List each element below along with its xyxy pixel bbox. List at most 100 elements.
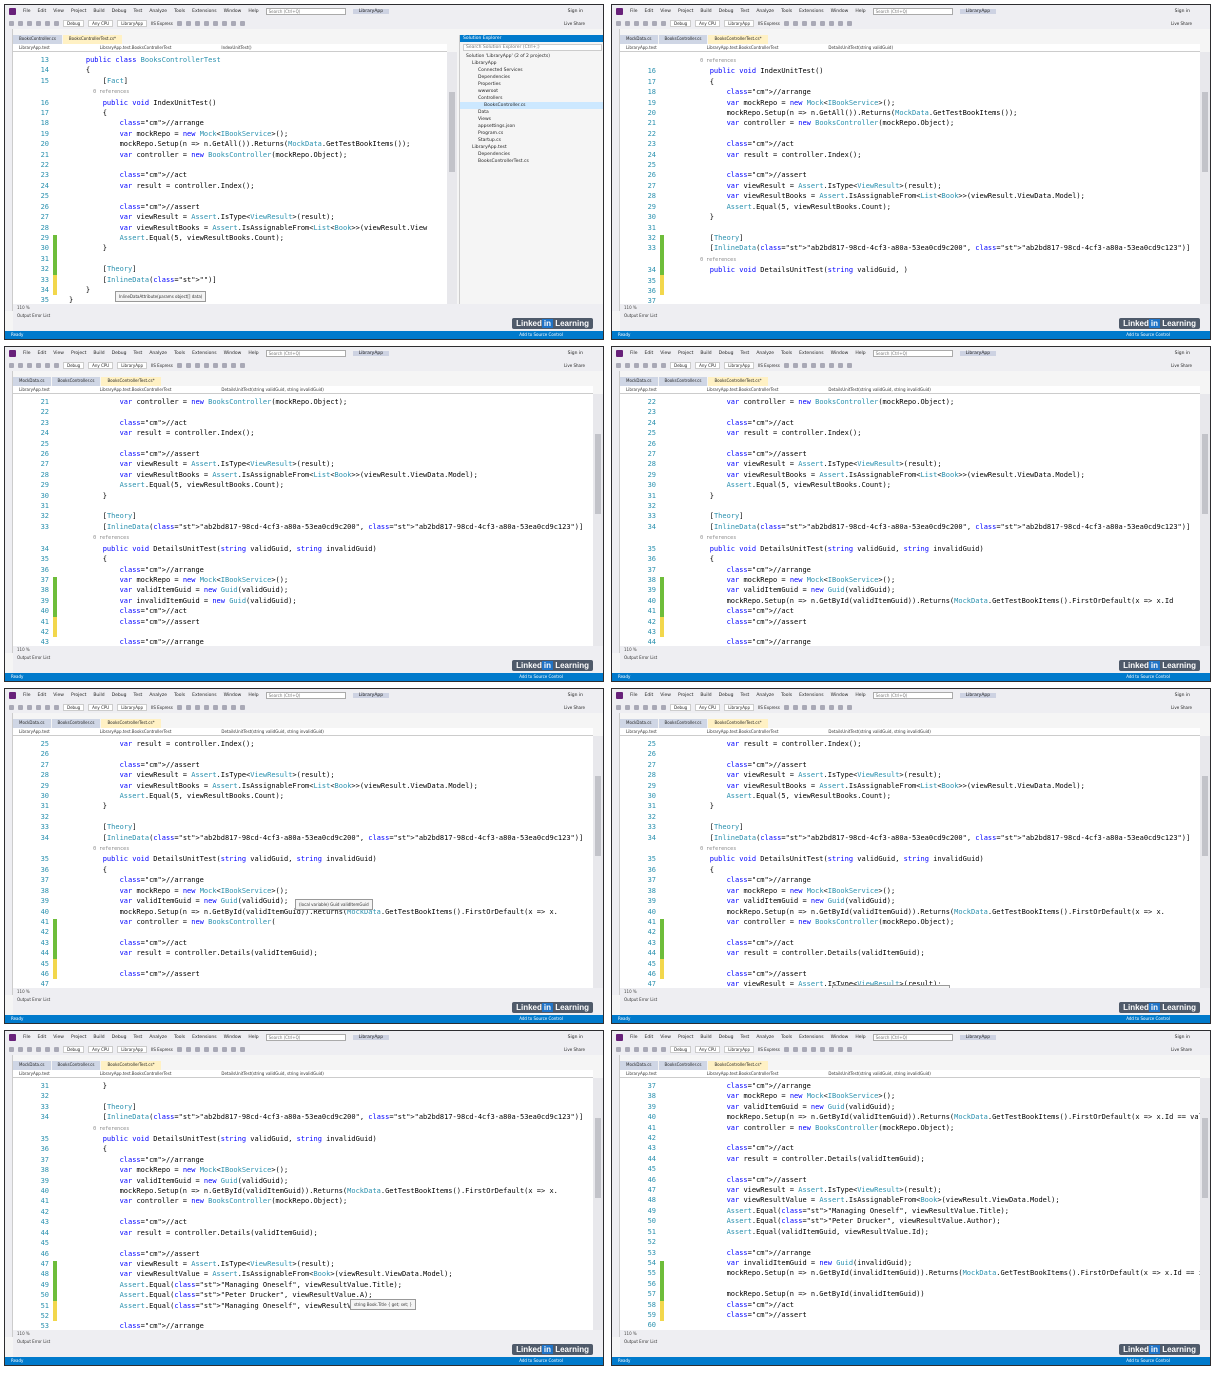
- sign-in-link[interactable]: Sign in: [1175, 351, 1190, 356]
- toolbar-config-dropdown[interactable]: Debug: [63, 20, 85, 27]
- live-share-button[interactable]: Live Share: [564, 363, 585, 368]
- toolbar-icon[interactable]: [819, 1047, 825, 1052]
- code-editor[interactable]: 37 class="cm">//arrange 38 var mockRepo =…: [620, 1078, 1200, 1330]
- toolbar-icon[interactable]: [792, 1047, 798, 1052]
- menu-item[interactable]: Help: [248, 351, 258, 356]
- toolbar-icon[interactable]: [783, 363, 789, 368]
- document-tab[interactable]: BooksControllerTest.cs*: [708, 719, 768, 728]
- document-tab[interactable]: BooksController.cs: [13, 35, 62, 44]
- menu-item[interactable]: Extensions: [192, 351, 216, 356]
- toolbar-config-dropdown[interactable]: Debug: [63, 362, 85, 369]
- menu-item[interactable]: Window: [831, 9, 849, 14]
- toolbar-project-dropdown[interactable]: LibraryApp: [724, 704, 755, 711]
- scrollbar-thumb[interactable]: [595, 1118, 601, 1198]
- toolbar-icon[interactable]: [616, 1047, 621, 1052]
- toolbar-config-dropdown[interactable]: Debug: [63, 704, 85, 711]
- menu-item[interactable]: Analyze: [756, 693, 774, 698]
- toolbar-icon[interactable]: [18, 1047, 23, 1052]
- menu-item[interactable]: Analyze: [756, 1035, 774, 1040]
- menu-item[interactable]: Tools: [781, 9, 792, 14]
- toolbar-icon[interactable]: [792, 705, 798, 710]
- live-share-button[interactable]: Live Share: [564, 21, 585, 26]
- document-tab[interactable]: BooksControllerTest.cs*: [708, 1061, 768, 1070]
- vertical-scrollbar[interactable]: [593, 1078, 603, 1330]
- solution-tree-item[interactable]: Dependencies: [460, 151, 603, 158]
- toolbar-icon[interactable]: [828, 1047, 834, 1052]
- menu-item[interactable]: Edit: [645, 9, 654, 14]
- vertical-scrollbar[interactable]: [1200, 52, 1210, 304]
- live-share-button[interactable]: Live Share: [1171, 705, 1192, 710]
- toolbar-icon[interactable]: [176, 705, 182, 710]
- source-control-button[interactable]: Add to Source Control: [1126, 673, 1170, 681]
- toolbar-platform-dropdown[interactable]: Any CPU: [88, 362, 114, 369]
- toolbar-icon[interactable]: [176, 21, 182, 26]
- toolbar-icon[interactable]: [221, 1047, 227, 1052]
- menu-item[interactable]: File: [630, 9, 638, 14]
- menu-item[interactable]: Project: [678, 1035, 693, 1040]
- toolbar-icon[interactable]: [652, 21, 657, 26]
- solution-tree-item[interactable]: Dependencies: [460, 74, 603, 81]
- code-editor[interactable]: 31 } 32 33 [Theory] 34 [InlineData(class="s…: [13, 1078, 593, 1330]
- menu-item[interactable]: Test: [740, 9, 749, 14]
- vertical-scrollbar[interactable]: [447, 52, 457, 304]
- menu-item[interactable]: Build: [93, 693, 104, 698]
- toolbar-icon[interactable]: [230, 363, 236, 368]
- toolbar-icon[interactable]: [828, 21, 834, 26]
- toolbar-icon[interactable]: [185, 1047, 191, 1052]
- code-editor[interactable]: 25 var result = controller.Index(); 26 27 …: [620, 736, 1200, 988]
- menu-item[interactable]: File: [630, 351, 638, 356]
- solution-tree-item[interactable]: BooksControllerTest.cs: [460, 158, 603, 165]
- sign-in-link[interactable]: Sign in: [1175, 1035, 1190, 1040]
- toolbar-icon[interactable]: [837, 705, 843, 710]
- solution-tree-item[interactable]: LibraryApp: [460, 60, 603, 67]
- toolbar-icon[interactable]: [212, 363, 218, 368]
- menu-item[interactable]: Window: [224, 1035, 242, 1040]
- menu-item[interactable]: Build: [700, 693, 711, 698]
- toolbar-icon[interactable]: [643, 705, 648, 710]
- menu-item[interactable]: Project: [71, 1035, 86, 1040]
- toolbar-platform-dropdown[interactable]: Any CPU: [88, 1046, 114, 1053]
- search-input[interactable]: Search (Ctrl+Q): [872, 350, 953, 357]
- document-tab[interactable]: BooksController.cs: [51, 377, 101, 386]
- document-tab[interactable]: BooksController.cs: [658, 377, 708, 386]
- menu-item[interactable]: Window: [831, 351, 849, 356]
- menu-item[interactable]: File: [23, 1035, 31, 1040]
- document-tab[interactable]: BooksControllerTest.cs*: [708, 377, 768, 386]
- search-input[interactable]: Search (Ctrl+Q): [872, 8, 953, 15]
- nav-dropdown[interactable]: LibraryApp.test: [19, 729, 50, 734]
- code-editor[interactable]: 0 references 16 public void IndexUnitTest…: [620, 52, 1200, 304]
- scrollbar-thumb[interactable]: [595, 776, 601, 856]
- solution-tree-item[interactable]: Solution 'LibraryApp' (2 of 2 projects): [460, 53, 603, 60]
- menu-item[interactable]: Tools: [781, 693, 792, 698]
- menu-item[interactable]: Analyze: [149, 693, 167, 698]
- document-tab[interactable]: MockData.cs: [13, 377, 51, 386]
- toolbar-icon[interactable]: [616, 21, 621, 26]
- scrollbar-thumb[interactable]: [1202, 776, 1208, 856]
- toolbar-icon[interactable]: [783, 705, 789, 710]
- toolbar-icon[interactable]: [661, 705, 666, 710]
- toolbar-icon[interactable]: [36, 363, 41, 368]
- menu-item[interactable]: Edit: [38, 1035, 47, 1040]
- menu-item[interactable]: Project: [678, 351, 693, 356]
- document-tab[interactable]: BooksController.cs: [51, 719, 101, 728]
- document-tab[interactable]: BooksController.cs: [658, 1061, 708, 1070]
- toolbar-icon[interactable]: [661, 21, 666, 26]
- menu-item[interactable]: Tools: [174, 351, 185, 356]
- toolbar-icon[interactable]: [36, 1047, 41, 1052]
- nav-dropdown[interactable]: LibraryApp.test: [19, 387, 50, 392]
- nav-dropdown[interactable]: LibraryApp.test.BooksControllerTest: [100, 1071, 172, 1076]
- menu-item[interactable]: Analyze: [149, 9, 167, 14]
- solution-tree-item[interactable]: LibraryApp.test: [460, 144, 603, 151]
- scrollbar-thumb[interactable]: [1202, 92, 1208, 172]
- menu-item[interactable]: Debug: [112, 9, 127, 14]
- document-tab[interactable]: BooksControllerTest.cs*: [62, 35, 123, 44]
- search-input[interactable]: Search (Ctrl+Q): [265, 8, 346, 15]
- toolbar-icon[interactable]: [634, 705, 639, 710]
- run-button[interactable]: IIS Express: [151, 705, 173, 710]
- toolbar-icon[interactable]: [801, 363, 807, 368]
- toolbar-platform-dropdown[interactable]: Any CPU: [88, 704, 114, 711]
- menu-item[interactable]: Help: [855, 1035, 865, 1040]
- toolbar-icon[interactable]: [792, 21, 798, 26]
- menu-item[interactable]: View: [660, 9, 671, 14]
- menu-item[interactable]: Test: [740, 693, 749, 698]
